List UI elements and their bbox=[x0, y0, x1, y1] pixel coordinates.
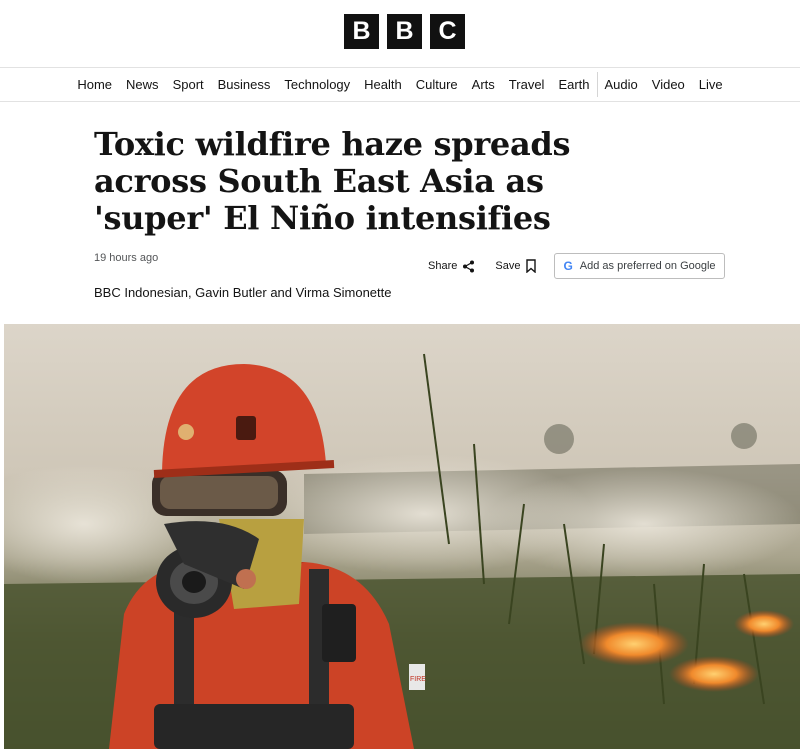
share-button[interactable]: Share bbox=[428, 260, 475, 273]
jacket-badge-text: FIRE bbox=[410, 676, 426, 683]
add-preferred-google-button[interactable]: G Add as preferred on Google bbox=[554, 253, 725, 279]
nav-item-news[interactable]: News bbox=[119, 77, 166, 92]
google-icon: G bbox=[563, 259, 573, 273]
logo-letter-b2: B bbox=[387, 14, 422, 49]
nav-item-earth[interactable]: Earth bbox=[551, 77, 596, 92]
main-nav: Home News Sport Business Technology Heal… bbox=[0, 67, 800, 102]
wildfire-firefighter-photo: FIRE bbox=[4, 324, 800, 749]
article-byline: BBC Indonesian, Gavin Butler and Virma S… bbox=[94, 285, 392, 300]
bbc-logo[interactable]: B B C bbox=[344, 14, 465, 49]
logo-letter-c: C bbox=[430, 14, 465, 49]
nav-item-travel[interactable]: Travel bbox=[502, 77, 552, 92]
hero-image: FIRE bbox=[4, 324, 800, 749]
nav-item-technology[interactable]: Technology bbox=[277, 77, 357, 92]
share-icon bbox=[463, 260, 475, 272]
share-label: Share bbox=[428, 260, 458, 272]
nav-item-arts[interactable]: Arts bbox=[465, 77, 502, 92]
nav-item-live[interactable]: Live bbox=[692, 77, 730, 92]
nav-item-sport[interactable]: Sport bbox=[166, 77, 211, 92]
bookmark-icon bbox=[526, 259, 537, 273]
nav-item-home[interactable]: Home bbox=[70, 77, 119, 92]
nav-item-culture[interactable]: Culture bbox=[409, 77, 465, 92]
nav-item-business[interactable]: Business bbox=[211, 77, 278, 92]
nav-item-health[interactable]: Health bbox=[357, 77, 409, 92]
article-timestamp: 19 hours ago bbox=[94, 252, 159, 264]
logo-letter-b1: B bbox=[344, 14, 379, 49]
nav-item-video[interactable]: Video bbox=[645, 77, 692, 92]
masthead: B B C bbox=[0, 0, 800, 67]
save-label: Save bbox=[495, 260, 521, 272]
save-button[interactable]: Save bbox=[495, 259, 537, 273]
article-headline: Toxic wildfire haze spreads across South… bbox=[94, 125, 571, 237]
nav-item-audio[interactable]: Audio bbox=[598, 77, 645, 92]
article-actions: Share Save G Add as preferred on Google bbox=[428, 253, 725, 279]
google-button-label: Add as preferred on Google bbox=[579, 260, 716, 272]
